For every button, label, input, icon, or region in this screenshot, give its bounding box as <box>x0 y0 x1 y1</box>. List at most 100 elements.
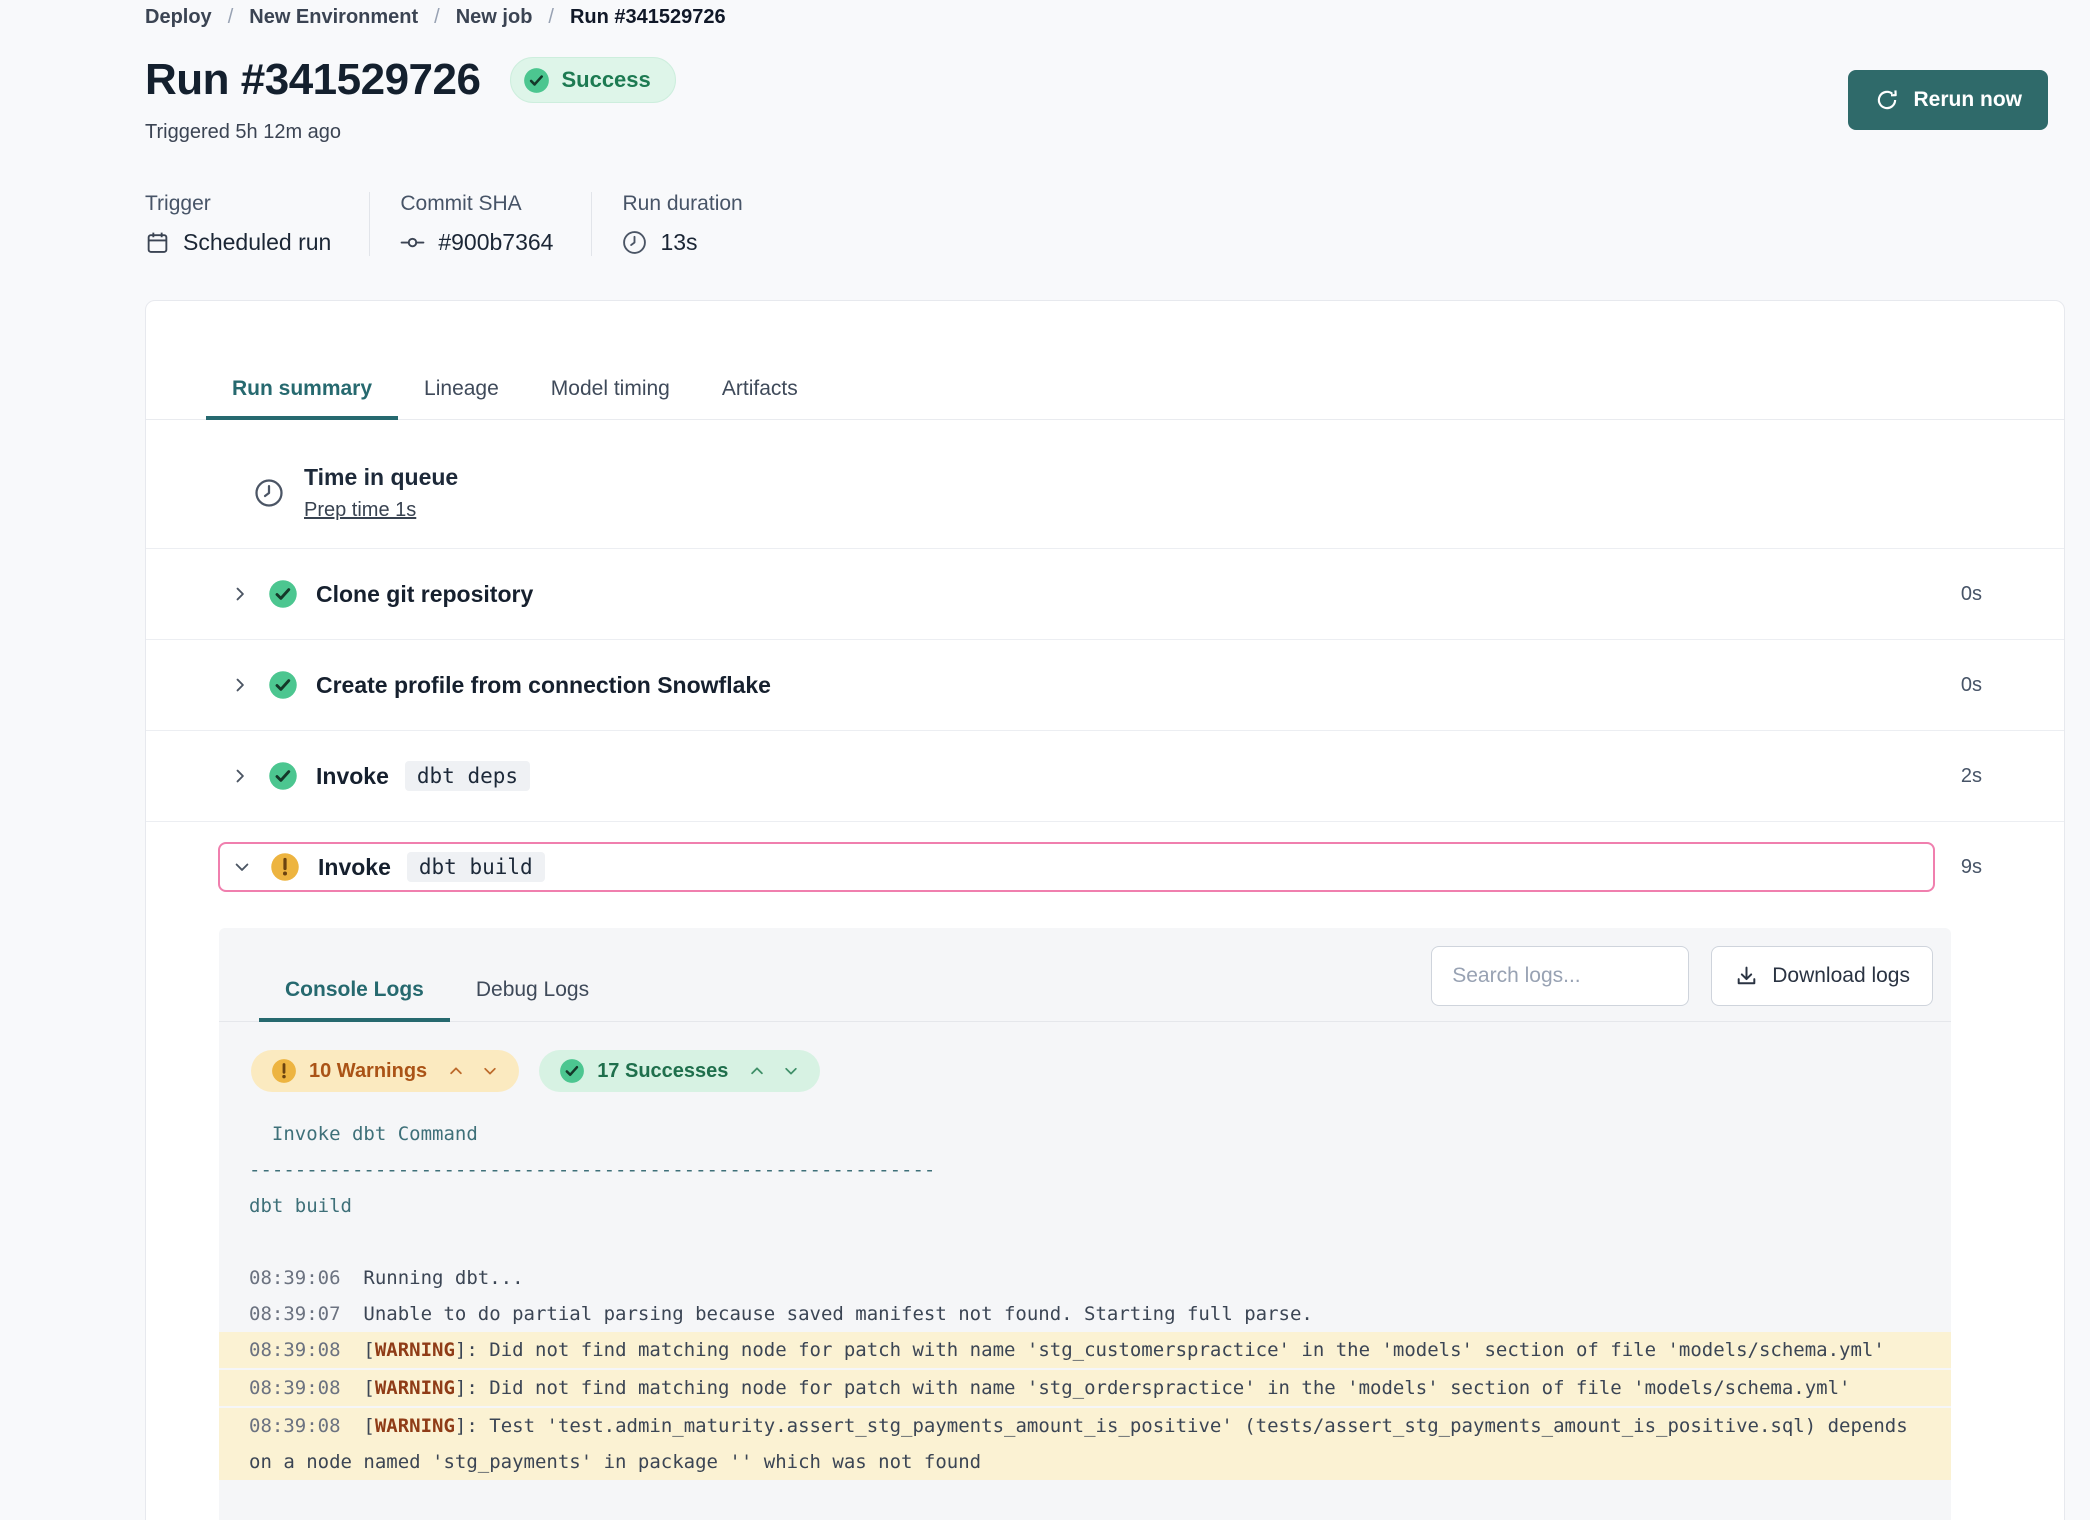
status-badge-label: Success <box>561 67 650 93</box>
step-row-clone-git-repository[interactable]: Clone git repository0s <box>146 548 2064 639</box>
breadcrumb-separator: / <box>434 6 440 29</box>
run-detail-page: Deploy / New Environment / New job / Run #3415… <box>0 0 2090 256</box>
meta-value-text: Scheduled run <box>183 229 331 256</box>
meta-value: Scheduled run <box>145 229 331 256</box>
log-line: 08:39:07 Unable to do partial parsing be… <box>219 1296 1951 1332</box>
log-tabs: Console LogsDebug Logs <box>259 946 615 1021</box>
log-timestamp: 08:39:08 <box>249 1415 363 1437</box>
step-row-main[interactable]: Clone git repository <box>218 571 1961 617</box>
status-badge: Success <box>510 57 675 103</box>
badge-label: 17 Successes <box>597 1060 728 1083</box>
meta-label: Trigger <box>145 192 331 216</box>
refresh-icon <box>1874 87 1900 113</box>
badge-chevrons <box>748 1062 800 1080</box>
step-duration: 0s <box>1961 674 1982 697</box>
log-warning-tag: WARNING <box>375 1339 455 1361</box>
breadcrumb-current: Run #341529726 <box>570 6 726 29</box>
chevron-right-icon[interactable] <box>230 674 252 696</box>
log-header: Console LogsDebug Logs Download logs <box>219 928 1951 1022</box>
run-tabs: Run summaryLineageModel timingArtifacts <box>146 301 2064 420</box>
step-duration: 9s <box>1961 856 1982 879</box>
log-line: 08:39:08 [WARNING]: Did not find matchin… <box>219 1370 1951 1406</box>
success-count-badge[interactable]: 17 Successes <box>539 1050 820 1092</box>
search-logs-input[interactable] <box>1431 946 1689 1006</box>
log-panel: Console LogsDebug Logs Download logs 10 … <box>219 928 1951 1520</box>
chevron-right-icon[interactable] <box>230 765 252 787</box>
chevron-down-icon[interactable] <box>782 1062 800 1080</box>
log-timestamp: 08:39:07 <box>249 1303 363 1325</box>
tab-run-summary[interactable]: Run summary <box>206 377 398 420</box>
log-command-header-line: Invoke dbt Command <box>219 1116 1951 1152</box>
check-circle-icon <box>268 761 298 791</box>
tab-debug-logs[interactable]: Debug Logs <box>450 946 615 1022</box>
chevron-up-icon[interactable] <box>447 1062 465 1080</box>
breadcrumb-separator: / <box>228 6 234 29</box>
step-row-create-profile-from-connection-snowflake[interactable]: Create profile from connection Snowflake… <box>146 639 2064 730</box>
step-list: Clone git repository0sCreate profile fro… <box>146 548 2064 912</box>
meta-label: Run duration <box>622 192 742 216</box>
warning-circle-icon <box>270 852 300 882</box>
tab-artifacts[interactable]: Artifacts <box>696 377 824 420</box>
step-command-chip: dbt build <box>407 852 545 882</box>
log-warning-tag: WARNING <box>375 1415 455 1437</box>
meta-commit-sha: Commit SHA #900b7364 <box>370 192 592 256</box>
meta-value: #900b7364 <box>400 229 553 256</box>
log-timestamp: 08:39:06 <box>249 1267 363 1289</box>
commit-icon <box>400 230 425 255</box>
warning-count-badge[interactable]: 10 Warnings <box>251 1050 519 1092</box>
chevron-down-icon[interactable] <box>232 856 254 878</box>
prep-time-link[interactable]: Prep time 1s <box>304 499 416 522</box>
tab-lineage[interactable]: Lineage <box>398 377 525 420</box>
badge-label: 10 Warnings <box>309 1060 427 1083</box>
breadcrumb: Deploy / New Environment / New job / Run #3415… <box>145 6 2048 29</box>
step-label: Create profile from connection Snowflake <box>316 672 771 699</box>
meta-label: Commit SHA <box>400 192 553 216</box>
log-timestamp: 08:39:08 <box>249 1339 363 1361</box>
log-line: 08:39:08 [WARNING]: Test 'test.admin_mat… <box>219 1408 1951 1480</box>
step-label: Invoke <box>316 763 389 790</box>
step-row-main[interactable]: Invoke dbt build <box>218 842 1935 892</box>
check-circle-icon <box>268 670 298 700</box>
log-line: 08:39:06 Running dbt... <box>219 1260 1951 1296</box>
breadcrumb-link-deploy[interactable]: Deploy <box>145 6 212 29</box>
run-summary-card: Run summaryLineageModel timingArtifacts … <box>145 300 2065 1520</box>
chevron-up-icon[interactable] <box>748 1062 766 1080</box>
meta-value: 13s <box>622 229 742 256</box>
download-logs-button[interactable]: Download logs <box>1711 946 1933 1006</box>
triggered-time: Triggered 5h 12m ago <box>145 121 2048 144</box>
breadcrumb-separator: / <box>548 6 554 29</box>
log-line: 08:39:08 [WARNING]: Did not find matchin… <box>219 1332 1951 1368</box>
clock-icon <box>622 230 647 255</box>
chevron-right-icon[interactable] <box>230 583 252 605</box>
log-filter-badges: 10 Warnings 17 Successes <box>251 1050 1951 1092</box>
title-row: Run #341529726 Success <box>145 55 2048 105</box>
log-command-header-line: ----------------------------------------… <box>219 1152 1951 1188</box>
check-circle-icon <box>559 1058 585 1084</box>
log-command-header-line: dbt build <box>219 1188 1951 1224</box>
step-row-invoke-dbt-build[interactable]: Invoke dbt build 9s <box>146 821 2064 912</box>
breadcrumb-link-new-environment[interactable]: New Environment <box>249 6 418 29</box>
step-row-main[interactable]: Create profile from connection Snowflake <box>218 662 1961 708</box>
log-warning-tag: WARNING <box>375 1377 455 1399</box>
calendar-icon <box>145 230 170 255</box>
warning-circle-icon <box>271 1058 297 1084</box>
meta-trigger: Trigger Scheduled run <box>145 192 370 256</box>
breadcrumb-link-new-job[interactable]: New job <box>456 6 533 29</box>
run-meta: Trigger Scheduled run Commit SHA #900b7364 R… <box>145 192 2048 256</box>
badge-chevrons <box>447 1062 499 1080</box>
step-row-main[interactable]: Invoke dbt deps <box>218 753 1961 799</box>
rerun-button[interactable]: Rerun now <box>1848 70 2049 130</box>
tab-console-logs[interactable]: Console Logs <box>259 946 450 1022</box>
time-in-queue-section: Time in queue Prep time 1s <box>146 420 2064 548</box>
check-circle-icon <box>523 67 549 93</box>
console-log-output: Invoke dbt Command----------------------… <box>219 1116 1951 1480</box>
step-label: Invoke <box>318 854 391 881</box>
tab-model-timing[interactable]: Model timing <box>525 377 696 420</box>
download-icon <box>1734 964 1759 989</box>
step-row-invoke-dbt-deps[interactable]: Invokedbt deps2s <box>146 730 2064 821</box>
time-in-queue-title: Time in queue <box>304 464 458 491</box>
chevron-down-icon[interactable] <box>481 1062 499 1080</box>
log-timestamp: 08:39:08 <box>249 1377 363 1399</box>
step-command-chip: dbt deps <box>405 761 530 791</box>
log-actions: Download logs <box>1431 946 1933 1021</box>
